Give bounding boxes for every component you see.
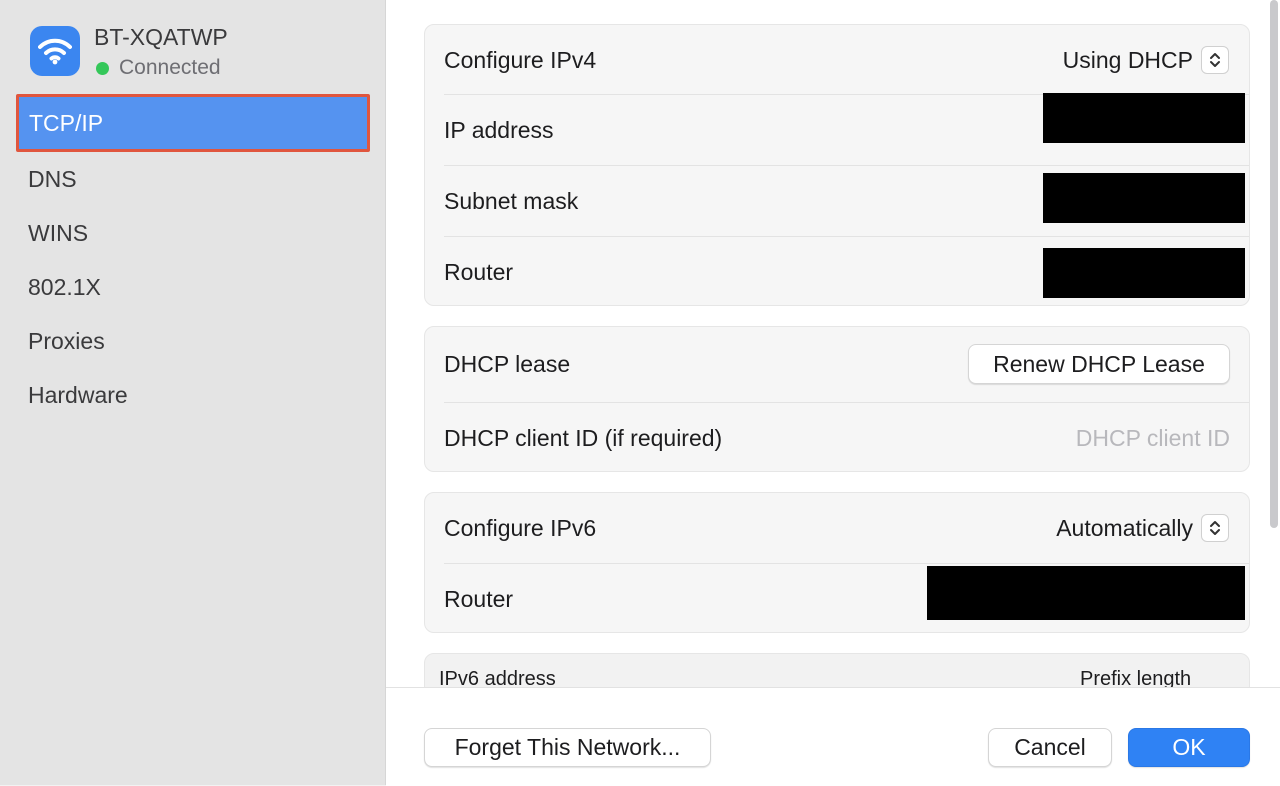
configure-ipv6-row: Configure IPv6 Automatically bbox=[444, 493, 1249, 563]
chevron-updown-icon bbox=[1201, 46, 1229, 74]
sidebar-item-8021x[interactable]: 802.1X bbox=[16, 260, 370, 314]
dhcp-client-id-label: DHCP client ID (if required) bbox=[444, 424, 723, 451]
chevron-updown-icon bbox=[1201, 514, 1229, 542]
dhcp-lease-label: DHCP lease bbox=[444, 350, 571, 377]
configure-ipv4-label: Configure IPv4 bbox=[444, 46, 597, 73]
dhcp-client-id-row: DHCP client ID (if required) DHCP client… bbox=[444, 403, 1249, 473]
sidebar-item-tcpip[interactable]: TCP/IP bbox=[16, 94, 370, 152]
dhcp-lease-row: DHCP lease Renew DHCP Lease bbox=[444, 327, 1249, 401]
wifi-icon bbox=[30, 26, 80, 76]
status-dot-icon bbox=[96, 61, 109, 75]
network-name: BT-XQATWP bbox=[94, 24, 228, 50]
dialog-footer: Forget This Network... Cancel OK bbox=[386, 687, 1280, 786]
network-status-text: Connected bbox=[119, 56, 221, 79]
sidebar-item-dns[interactable]: DNS bbox=[16, 152, 370, 206]
renew-dhcp-lease-button[interactable]: Renew DHCP Lease bbox=[968, 344, 1230, 384]
scrollbar[interactable] bbox=[1268, 0, 1280, 687]
forget-network-button[interactable]: Forget This Network... bbox=[424, 728, 711, 767]
configure-ipv4-popup[interactable]: Using DHCP bbox=[1063, 46, 1229, 74]
ipv4-group: Configure IPv4 Using DHCP IP address Sub… bbox=[424, 24, 1250, 306]
dhcp-group: DHCP lease Renew DHCP Lease DHCP client … bbox=[424, 326, 1250, 472]
configure-ipv6-label: Configure IPv6 bbox=[444, 514, 597, 541]
sidebar-item-hardware[interactable]: Hardware bbox=[16, 368, 370, 422]
redacted-ipv6-router bbox=[927, 566, 1245, 620]
redacted-subnet-mask bbox=[1043, 173, 1245, 223]
configure-ipv6-popup[interactable]: Automatically bbox=[1056, 514, 1229, 542]
dhcp-client-id-input[interactable]: DHCP client ID bbox=[1076, 425, 1230, 452]
sidebar: BT-XQATWP Connected TCP/IP DNS WINS 802.… bbox=[0, 0, 386, 785]
scrollbar-thumb[interactable] bbox=[1270, 0, 1278, 528]
cancel-button[interactable]: Cancel bbox=[988, 728, 1112, 767]
redacted-router bbox=[1043, 248, 1245, 298]
configure-ipv4-value: Using DHCP bbox=[1062, 46, 1193, 73]
sidebar-item-proxies[interactable]: Proxies bbox=[16, 314, 370, 368]
sidebar-list: TCP/IP DNS WINS 802.1X Proxies Hardware bbox=[16, 94, 370, 422]
network-status: Connected bbox=[96, 56, 221, 80]
configure-ipv4-row: Configure IPv4 Using DHCP bbox=[444, 25, 1249, 95]
redacted-ip-address bbox=[1043, 93, 1245, 143]
ok-button[interactable]: OK bbox=[1128, 728, 1250, 767]
configure-ipv6-value: Automatically bbox=[1056, 514, 1193, 541]
sidebar-item-wins[interactable]: WINS bbox=[16, 206, 370, 260]
main-panel: Configure IPv4 Using DHCP IP address Sub… bbox=[386, 0, 1280, 786]
ipv6-group: Configure IPv6 Automatically Router bbox=[424, 492, 1250, 633]
